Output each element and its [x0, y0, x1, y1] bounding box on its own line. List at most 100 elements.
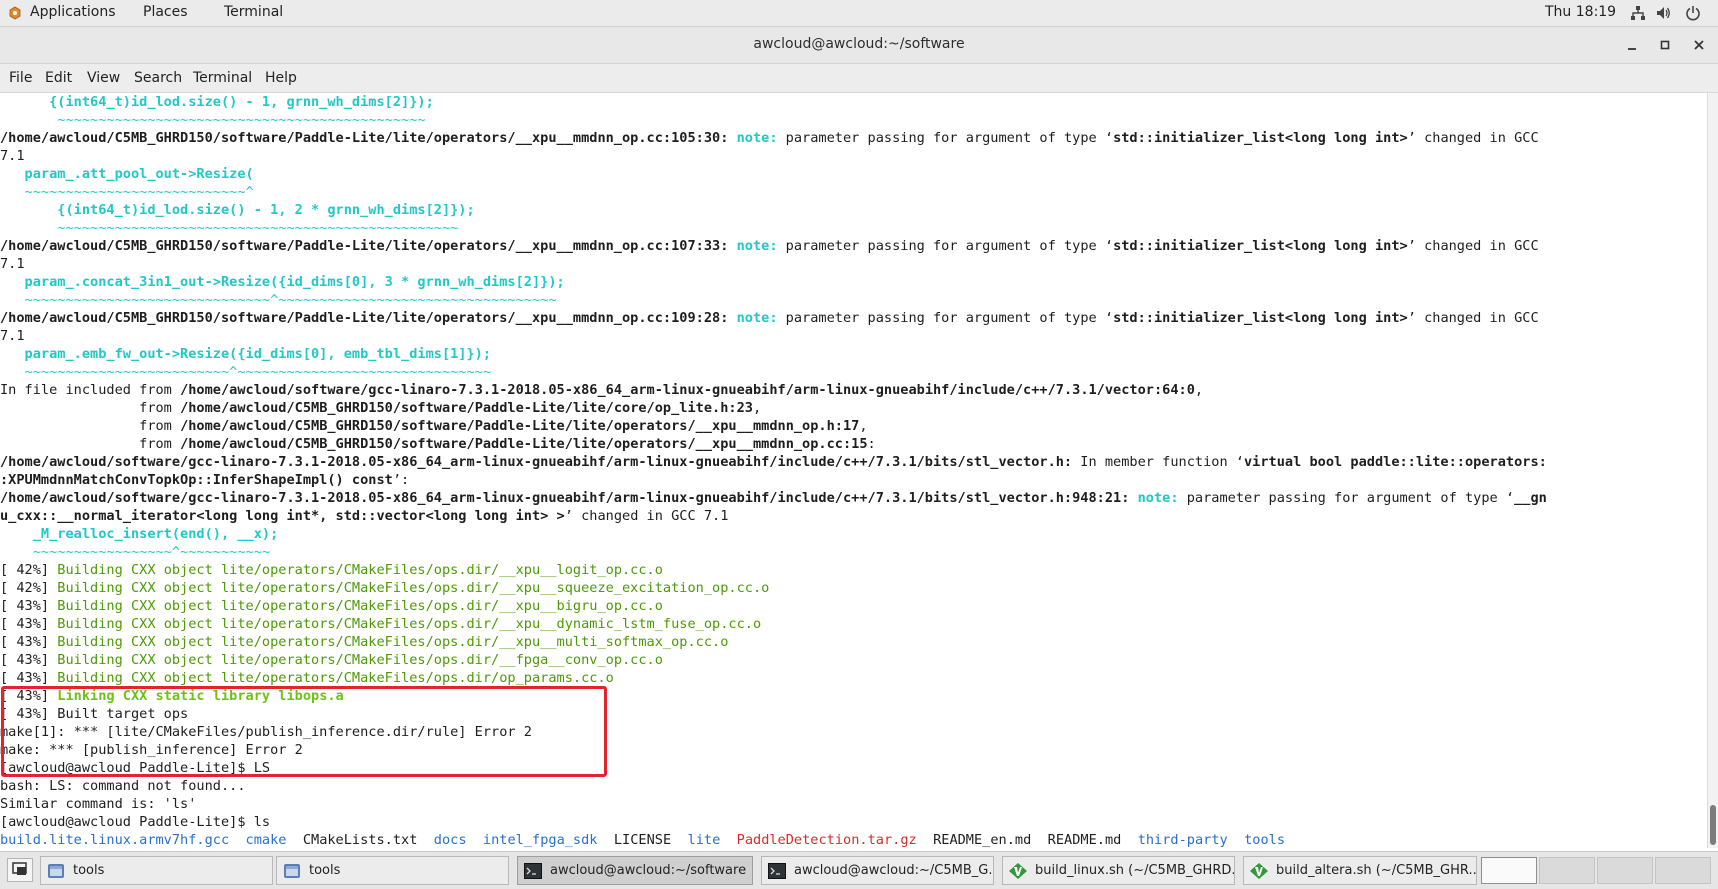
close-icon[interactable]	[1687, 33, 1711, 57]
taskbar-item-label: build_linux.sh (~/C5MB_GHRD...	[1035, 863, 1235, 878]
places-menu[interactable]: Places	[143, 4, 188, 20]
terminal-text: virtual bool paddle::lite::operators:	[1244, 454, 1547, 470]
menu-view[interactable]: View	[87, 70, 120, 86]
network-icon[interactable]	[1630, 5, 1646, 21]
workspace-4[interactable]	[1655, 857, 1711, 884]
clock[interactable]: Thu 18:19	[1545, 4, 1616, 20]
terminal-text: _M_realloc_insert(end(), __x);	[0, 526, 279, 542]
terminal-text: Building CXX object lite/operators/CMake…	[57, 652, 663, 668]
terminal-line: u_cxx::__normal_iterator<long long int*,…	[0, 507, 1706, 525]
terminal-line: from /home/awcloud/C5MB_GHRD150/software…	[0, 417, 1706, 435]
power-icon[interactable]	[1685, 5, 1701, 21]
terminal-text: ,	[859, 418, 868, 434]
terminal-app-menu[interactable]: Terminal	[224, 4, 283, 20]
taskbar-item-1[interactable]: tools	[40, 856, 273, 885]
taskbar-item-label: build_altera.sh (~/C5MB_GHR...	[1276, 863, 1477, 878]
taskbar-item-5[interactable]: build_linux.sh (~/C5MB_GHRD...	[1002, 856, 1235, 885]
terminal-text: 7.1	[0, 328, 25, 344]
menu-search[interactable]: Search	[134, 70, 182, 86]
taskbar-item-6[interactable]: build_altera.sh (~/C5MB_GHR...	[1243, 856, 1477, 885]
taskbar-item-4[interactable]: awcloud@awcloud:~/C5MB_G...	[761, 856, 994, 885]
terminal-text: Building CXX object lite/operators/CMake…	[57, 562, 663, 578]
terminal-line: Similar command is: 'ls'	[0, 795, 1706, 813]
terminal-text: Building CXX object lite/operators/CMake…	[57, 616, 762, 632]
terminal-text: from	[0, 418, 181, 434]
terminal-text: param_.emb_fw_out->Resize({id_dims[0], e…	[0, 346, 492, 362]
terminal-text: parameter passing for argument of type ‘	[777, 238, 1114, 254]
file-manager-icon	[47, 863, 65, 879]
terminal-line: [ 43%] Linking CXX static library libops…	[0, 687, 1706, 705]
taskbar: tools tools awcloud@awcloud:~/software awcl…	[0, 851, 1718, 889]
terminal-output[interactable]: {(int64_t)id_lod.size() - 1, grnn_wh_dim…	[0, 93, 1706, 848]
terminal-line: [ 43%] Building CXX object lite/operator…	[0, 651, 1706, 669]
terminal-text: /home/awcloud/software/gcc-linaro-7.3.1-…	[180, 382, 1195, 398]
terminal-text: std::initializer_list<long long int>	[1113, 310, 1408, 326]
show-desktop-button[interactable]	[7, 858, 33, 882]
terminal-text: [ 43%]	[0, 670, 58, 686]
terminal-text: parameter passing for argument of type ‘	[777, 130, 1114, 146]
terminal-text: tools	[1244, 832, 1286, 848]
workspace-2[interactable]	[1539, 857, 1595, 884]
terminal-line: 7.1	[0, 147, 1706, 165]
terminal-text: [ 42%]	[0, 562, 58, 578]
taskbar-item-3[interactable]: awcloud@awcloud:~/software	[517, 856, 753, 885]
terminal-text: ~~~~~~~~~~~~~~~~~~~~~~~~~~~~~~^~~~~~~~~~…	[0, 292, 557, 308]
terminal-text: /home/awcloud/C5MB_GHRD150/software/Padd…	[180, 436, 868, 452]
terminal-text: note:	[736, 310, 778, 326]
maximize-icon[interactable]	[1653, 33, 1677, 57]
terminal-line: ~~~~~~~~~~~~~~~~~^~~~~~~~~~~~	[0, 543, 1706, 561]
terminal-text: Building CXX object lite/operators/CMake…	[57, 580, 770, 596]
terminal-text: ~~~~~~~~~~~~~~~~~~~~~~~~~~~^	[0, 184, 254, 200]
terminal-text: {(int64_t)id_lod.size() - 1, grnn_wh_dim…	[0, 94, 434, 110]
terminal-text: note:	[1137, 490, 1179, 506]
terminal-line: param_.emb_fw_out->Resize({id_dims[0], e…	[0, 345, 1706, 363]
terminal-line: [ 42%] Building CXX object lite/operator…	[0, 561, 1706, 579]
terminal-text: __gn	[1514, 490, 1547, 506]
minimize-icon[interactable]	[1620, 33, 1644, 57]
menu-edit[interactable]: Edit	[45, 70, 72, 86]
taskbar-item-label: awcloud@awcloud:~/software	[550, 863, 747, 878]
terminal-text: /home/awcloud/C5MB_GHRD150/software/Padd…	[180, 400, 753, 416]
top-panel: Applications Places Terminal Thu 18:19	[0, 0, 1718, 27]
terminal-text: docs	[433, 832, 467, 848]
terminal-scrollbar[interactable]	[1707, 93, 1718, 848]
applications-icon[interactable]	[8, 6, 22, 20]
vim-icon	[1009, 863, 1027, 879]
terminal-line: [ 43%] Building CXX object lite/operator…	[0, 633, 1706, 651]
menubar: File Edit View Search Terminal Help	[0, 64, 1718, 93]
terminal-text: /home/awcloud/software/gcc-linaro-7.3.1-…	[0, 454, 1073, 470]
taskbar-item-2[interactable]: tools	[276, 856, 509, 885]
menu-file[interactable]: File	[9, 70, 32, 86]
menu-terminal[interactable]: Terminal	[193, 70, 252, 86]
terminal-text: lite	[687, 832, 721, 848]
workspace-3[interactable]	[1597, 857, 1653, 884]
terminal-line: {(int64_t)id_lod.size() - 1, grnn_wh_dim…	[0, 93, 1706, 111]
terminal-line: /home/awcloud/C5MB_GHRD150/software/Padd…	[0, 129, 1706, 147]
workspace-1[interactable]	[1481, 857, 1537, 884]
applications-menu[interactable]: Applications	[30, 4, 116, 20]
terminal-line: :XPUMmdnnMatchConvTopkOp::InferShapeImpl…	[0, 471, 1706, 489]
scrollbar-thumb[interactable]	[1710, 805, 1716, 845]
terminal-text: In member function ‘	[1072, 454, 1244, 470]
window-titlebar[interactable]: awcloud@awcloud:~/software	[0, 27, 1718, 64]
terminal-text: param_.att_pool_out->Resize(	[0, 166, 254, 182]
terminal-line: ~~~~~~~~~~~~~~~~~~~~~~~~~^~~~~~~~~~~~~~~…	[0, 363, 1706, 381]
taskbar-item-label: awcloud@awcloud:~/C5MB_G...	[794, 863, 994, 878]
terminal-line: 7.1	[0, 255, 1706, 273]
menu-help[interactable]: Help	[265, 70, 297, 86]
terminal-icon	[768, 863, 786, 879]
terminal-text: ~~~~~~~~~~~~~~~~~~~~~~~~~^~~~~~~~~~~~~~~…	[0, 364, 492, 380]
terminal-text: [ 42%]	[0, 580, 58, 596]
volume-icon[interactable]	[1655, 5, 1671, 21]
terminal-text: [ 43%]	[0, 598, 58, 614]
terminal-text: std::initializer_list<long long int>	[1113, 130, 1408, 146]
vim-icon	[1250, 863, 1268, 879]
terminal-text: CMakeLists.txt	[286, 832, 434, 848]
terminal-line: make[1]: *** [lite/CMakeFiles/publish_in…	[0, 723, 1706, 741]
terminal-text: cmake	[245, 832, 287, 848]
